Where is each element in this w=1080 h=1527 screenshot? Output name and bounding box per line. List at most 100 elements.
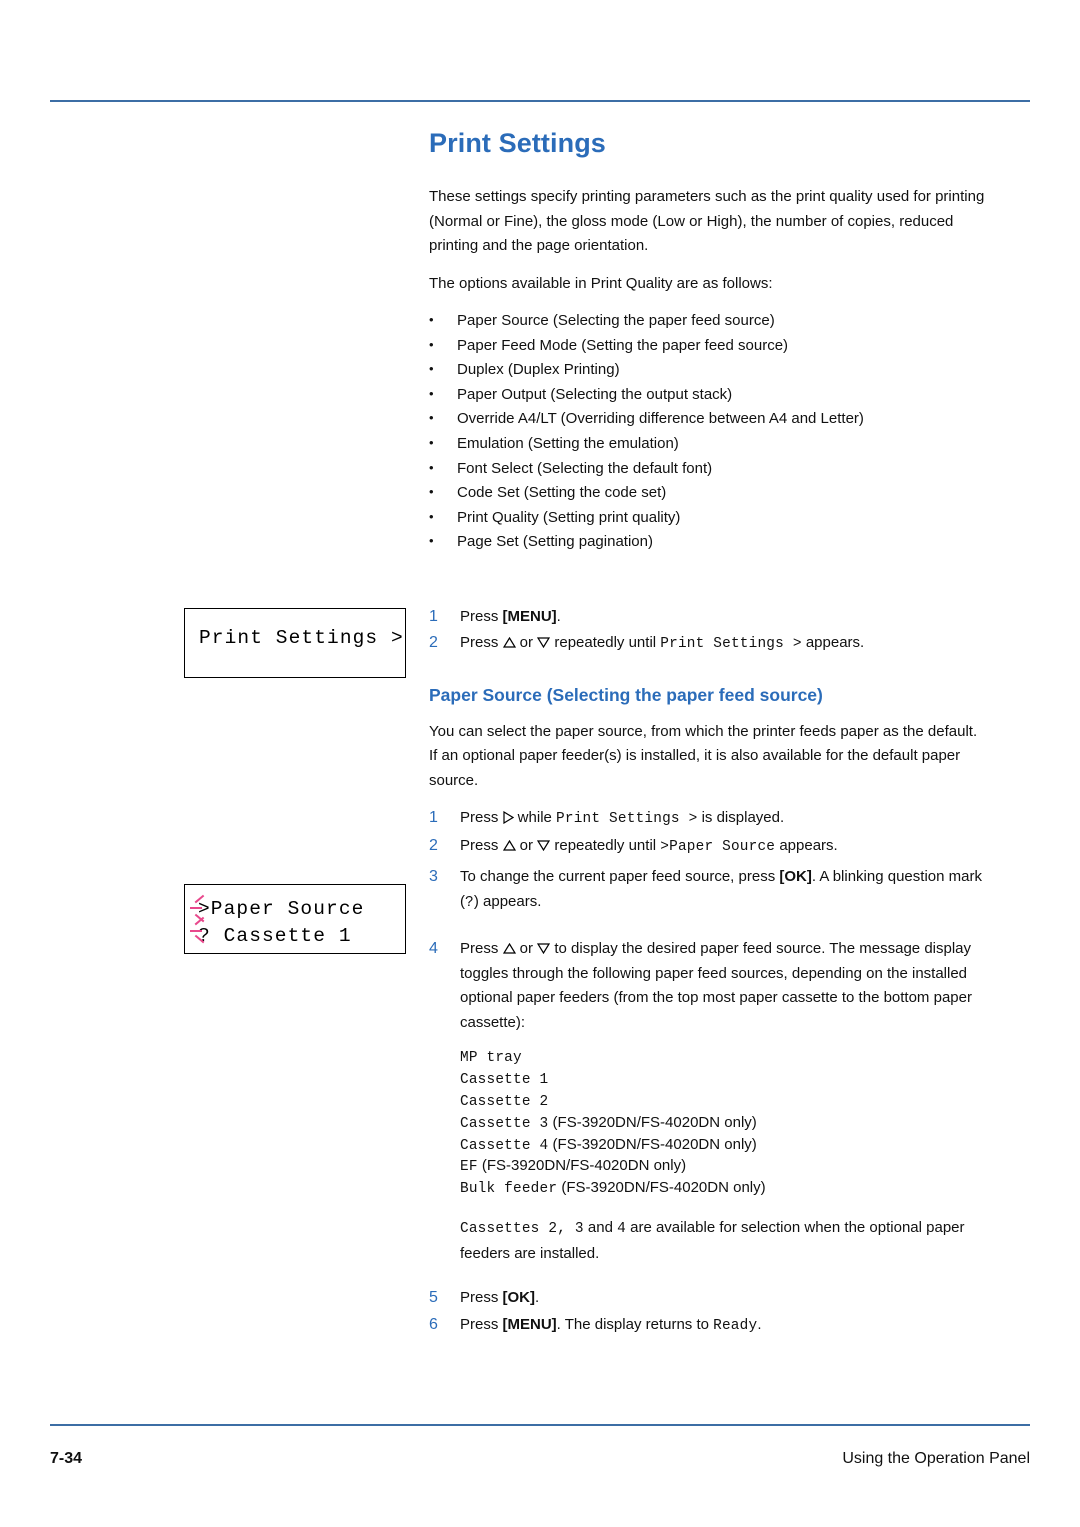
document-page: Print Settings These settings specify pr…: [0, 0, 1080, 1527]
step-number: 4: [429, 940, 438, 958]
page-title: Print Settings: [429, 128, 606, 158]
lcd-line-2: ? Cassette 1: [198, 925, 352, 947]
step-item: 3 To change the current paper feed sourc…: [429, 865, 989, 915]
step-text-tail: .: [535, 1289, 540, 1307]
arrow-up-icon: [502, 938, 516, 955]
footer-chapter: Using the Operation Panel: [842, 1450, 1030, 1467]
paper-source-row: MP tray: [460, 1047, 989, 1069]
lcd-line-1: Print Settings >: [199, 627, 404, 649]
paper-source-row: Bulk feeder (FS-3920DN/FS-4020DN only): [460, 1178, 989, 1200]
step-text-prefix: Press: [460, 607, 503, 625]
note-sep-2: and: [583, 1219, 618, 1237]
arrow-up-icon: [502, 835, 516, 851]
step-number: 3: [429, 868, 438, 886]
paper-source-row: EF (FS-3920DN/FS-4020DN only): [460, 1156, 989, 1178]
main-content: Print Settings These settings specify pr…: [429, 128, 989, 1340]
step-text-mid: . The display returns to: [556, 1315, 714, 1333]
step-text-tail: is displayed.: [697, 809, 785, 827]
ok-key-label: [OK]: [502, 1289, 536, 1307]
step-text-mid: while: [513, 809, 557, 827]
step-text-prefix: Press: [460, 1289, 503, 1307]
list-item: Emulation (Setting the emulation): [429, 431, 989, 457]
step-number: 1: [429, 607, 438, 625]
step-text-after: repeatedly until: [550, 836, 661, 854]
paper-source-name: MP tray: [460, 1050, 522, 1067]
display-text: >Paper Source: [660, 838, 776, 855]
paper-source-note: (FS-3920DN/FS-4020DN only): [561, 1179, 766, 1197]
list-item: Page Set (Setting pagination): [429, 529, 989, 555]
print-quality-options-list: Paper Source (Selecting the paper feed s…: [429, 308, 989, 555]
section-title: Paper Source (Selecting the paper feed s…: [429, 684, 823, 705]
list-item: Paper Feed Mode (Setting the paper feed …: [429, 333, 989, 359]
step-number: 1: [429, 809, 438, 827]
step-item: 1 Press while Print Settings > is displa…: [429, 806, 989, 832]
list-item: Paper Source (Selecting the paper feed s…: [429, 308, 989, 334]
paper-source-note: (FS-3920DN/FS-4020DN only): [552, 1113, 757, 1131]
step-text-mid: or: [515, 634, 538, 652]
display-text: Print Settings >: [556, 811, 698, 828]
list-item: Font Select (Selecting the default font): [429, 456, 989, 482]
step-text-after: repeatedly until: [550, 634, 661, 652]
step-text-tail: appears.: [775, 836, 838, 854]
list-item: Override A4/LT (Overriding difference be…: [429, 406, 989, 432]
step-number: 2: [429, 634, 438, 652]
note-sep-1: ,: [557, 1221, 575, 1238]
footer-rule: [50, 1424, 1030, 1426]
step-item: 2 Press or repeatedly until >Paper Sourc…: [429, 834, 989, 860]
note-mono-2: 3: [574, 1221, 584, 1238]
display-text: Ready: [713, 1317, 758, 1334]
step-number: 2: [429, 836, 438, 854]
paper-source-name: Bulk feeder: [460, 1181, 558, 1198]
section-paragraph: You can select the paper source, from wh…: [429, 722, 978, 789]
arrow-up-icon: [502, 632, 516, 649]
step-text-tail: appears.: [801, 634, 865, 652]
paper-source-row: Cassette 1: [460, 1069, 989, 1091]
list-item: Code Set (Setting the code set): [429, 480, 989, 506]
list-item: Print Quality (Setting print quality): [429, 505, 989, 531]
list-item: Duplex (Duplex Printing): [429, 357, 989, 383]
note-mono-3: 4: [617, 1221, 626, 1238]
arrow-right-icon: [502, 808, 514, 825]
paper-source-name: Cassette 3: [460, 1115, 549, 1132]
steps-list-paper-source: 1 Press while Print Settings > is displa…: [429, 806, 989, 1338]
step-item: 1 Press [MENU].: [429, 605, 989, 630]
ok-key-label: [OK]: [779, 868, 812, 886]
lcd-panel-paper-source: >Paper Source ? Cassette 1: [184, 884, 406, 954]
lcd-line-1: >Paper Source: [198, 898, 365, 920]
step-item: 5 Press [OK].: [429, 1286, 989, 1311]
step-text-prefix: Press: [460, 1315, 503, 1333]
header-rule: [50, 100, 1030, 102]
step-item: 2 Press or repeatedly until Print Settin…: [429, 631, 989, 657]
menu-key-label: [MENU]: [502, 1315, 557, 1333]
step-text-suffix: .: [556, 607, 561, 625]
step-text-prefix: Press: [460, 809, 503, 827]
step-text-tail: ) appears.: [473, 892, 542, 910]
arrow-down-icon: [537, 632, 551, 649]
intro-paragraph-2: The options available in Print Quality a…: [429, 274, 773, 292]
paper-source-name: Cassette 2: [460, 1094, 549, 1111]
paper-source-note: (FS-3920DN/FS-4020DN only): [552, 1135, 757, 1153]
step-text-mid: or: [515, 836, 538, 854]
display-text: ?: [465, 894, 474, 911]
step-item: 4 Press or to display the desired paper …: [429, 937, 989, 1266]
step-number: 6: [429, 1315, 438, 1333]
step-text-prefix: Press: [460, 836, 503, 854]
step-text-prefix: Press: [460, 940, 503, 958]
list-item: Paper Output (Selecting the output stack…: [429, 382, 989, 408]
step-text-tail: .: [757, 1315, 762, 1333]
arrow-down-icon: [537, 938, 551, 955]
step-text-prefix: To change the current paper feed source,…: [460, 868, 780, 886]
paper-source-name: Cassette 4: [460, 1137, 549, 1154]
step-text-prefix: Press: [460, 634, 503, 652]
step-number: 5: [429, 1289, 438, 1307]
page-number: 7-34: [50, 1450, 83, 1467]
note-mono-1: Cassettes 2: [460, 1221, 558, 1238]
step-text-mid: or: [515, 940, 538, 958]
steps-list-print-settings: 1 Press [MENU]. 2 Press or repeatedly un…: [429, 605, 989, 657]
step-item: 6 Press [MENU]. The display returns to R…: [429, 1313, 989, 1339]
arrow-down-icon: [537, 835, 551, 852]
paper-source-row: Cassette 2: [460, 1091, 989, 1113]
paper-source-row: Cassette 3 (FS-3920DN/FS-4020DN only): [460, 1113, 989, 1135]
